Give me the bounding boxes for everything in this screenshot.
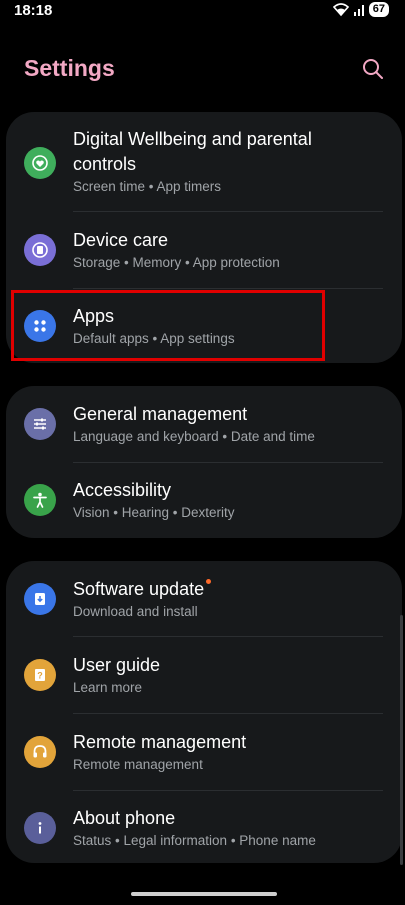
apps-highlight-box [11,290,325,361]
general-management-item[interactable]: General management Language and keyboard… [6,386,402,462]
software-update-item[interactable]: Software update Download and install [6,561,402,637]
item-subtitle: Download and install [73,604,198,619]
item-subtitle: Vision • Hearing • Dexterity [73,505,235,520]
about-phone-item[interactable]: About phone Status • Legal information •… [6,791,402,863]
sliders-icon [24,408,56,440]
status-bar: 18:18 67 [0,0,405,22]
wellbeing-heart-icon [24,147,56,179]
item-title: Accessibility [73,480,172,500]
item-title: About phone [73,808,176,828]
status-time: 18:18 [14,2,53,19]
headset-icon [24,736,56,768]
remote-management-item[interactable]: Remote management Remote management [6,714,402,790]
item-subtitle: Learn more [73,680,143,695]
accessibility-item[interactable]: Accessibility Vision • Hearing • Dexteri… [6,463,402,538]
page-title: Settings [24,55,115,81]
battery-icon: 67 [368,2,389,17]
notification-dot [206,579,212,584]
item-title: Remote management [73,732,247,752]
item-title: Device care [73,230,169,250]
user-guide-icon: ? [24,659,56,691]
item-subtitle: Remote management [73,757,203,772]
item-title: Digital Wellbeing and parental [73,129,312,149]
svg-text:?: ? [37,671,43,681]
scrollbar[interactable] [400,615,403,865]
item-title-line2: controls [73,154,137,174]
digital-wellbeing-item[interactable]: Digital Wellbeing and parental controls … [6,112,402,211]
user-guide-item[interactable]: ? User guide Learn more [6,637,402,713]
item-title: User guide [73,655,161,675]
item-title: Software update [73,577,212,601]
search-icon [363,59,383,79]
device-care-item[interactable]: Device care Storage • Memory • App prote… [6,212,402,288]
accessibility-person-icon [24,484,56,516]
item-subtitle: Storage • Memory • App protection [73,255,280,270]
signal-icon [353,4,364,16]
info-icon [24,812,56,844]
item-title: General management [73,404,248,424]
status-icons: 67 [332,2,389,17]
device-care-icon [24,234,56,266]
item-subtitle: Screen time • App timers [73,179,222,194]
settings-card-2: General management Language and keyboard… [6,386,402,538]
home-gesture-bar[interactable] [131,892,277,896]
software-update-label: Software update [73,579,205,599]
wifi-icon [332,2,349,16]
software-update-icon [24,583,56,615]
item-subtitle: Language and keyboard • Date and time [73,429,315,444]
settings-card-3: Software update Download and install ? U… [6,561,402,863]
search-button[interactable] [361,57,385,81]
item-subtitle: Status • Legal information • Phone name [73,833,316,848]
